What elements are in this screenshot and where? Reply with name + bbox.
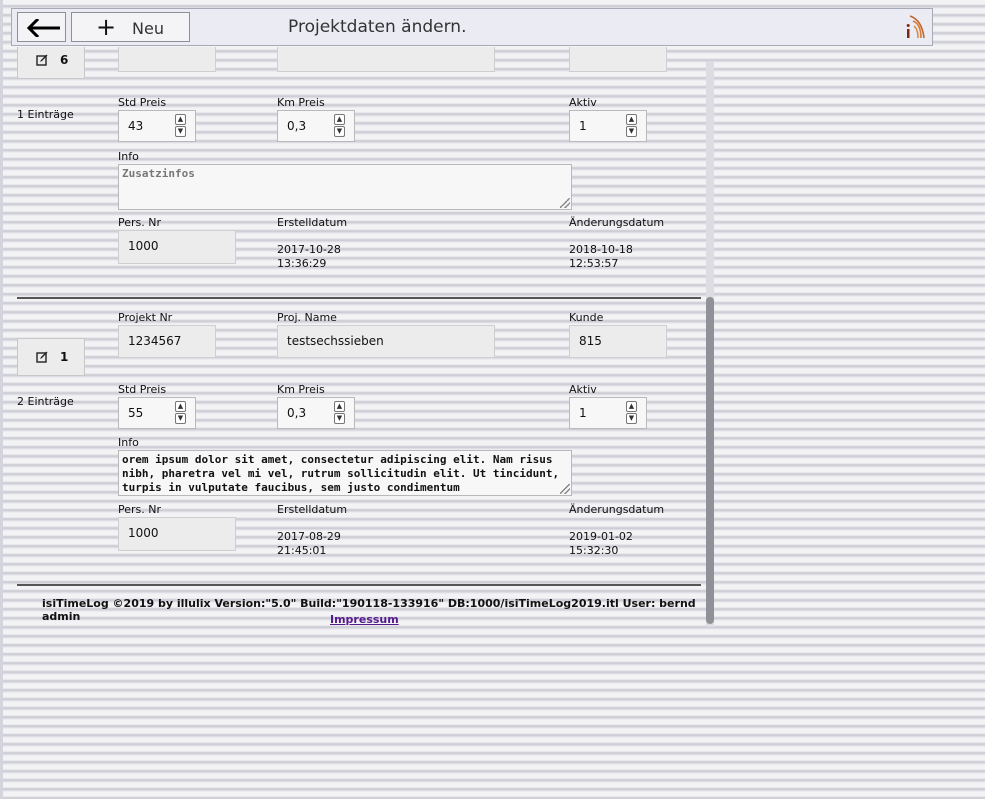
resize-handle[interactable]: [560, 484, 570, 494]
pers-nr-field[interactable]: 1000: [118, 517, 236, 551]
new-button-label: Neu: [132, 19, 164, 38]
info-label: Info: [118, 436, 139, 449]
decrement-icon[interactable]: ▼: [626, 126, 637, 137]
projekt-nr-label: Projekt Nr: [118, 311, 173, 324]
aenderungsdatum-label: Änderungsdatum: [569, 503, 665, 516]
erstelldatum-value: 2017-08-29 21:45:01: [277, 530, 341, 558]
project-list[interactable]: 6 1 Einträge Std Preis Km Preis Aktiv 43…: [3, 47, 717, 627]
decrement-icon[interactable]: ▼: [175, 126, 186, 137]
page-title: Projektdaten ändern.: [288, 17, 467, 37]
plus-icon: +: [96, 13, 117, 41]
aenderungsdatum-value: 2019-01-02 15:32:30: [569, 530, 633, 558]
info-label: Info: [118, 150, 139, 163]
decrement-icon[interactable]: ▼: [334, 126, 345, 137]
aktiv-value: 1: [579, 119, 587, 133]
std-preis-value: 55: [128, 406, 144, 420]
edit-button[interactable]: 6: [17, 47, 85, 79]
pers-nr-field[interactable]: 1000: [118, 230, 236, 264]
proj-name-label: Proj. Name: [277, 311, 337, 324]
kunde-label: Kunde: [569, 311, 604, 324]
increment-icon[interactable]: ▲: [175, 401, 186, 412]
aenderungsdatum-label: Änderungsdatum: [569, 216, 665, 229]
increment-icon[interactable]: ▲: [334, 114, 345, 125]
edit-icon: [36, 351, 48, 363]
info-text: orem ipsum dolor sit amet, consectetur a…: [122, 453, 560, 494]
decrement-icon[interactable]: ▼: [626, 413, 637, 424]
pers-nr-label: Pers. Nr: [118, 216, 162, 229]
std-preis-stepper[interactable]: 55 ▲ ▼: [118, 397, 196, 429]
aktiv-stepper[interactable]: 1 ▲ ▼: [569, 110, 647, 142]
aktiv-value: 1: [579, 406, 587, 420]
proj-name-field[interactable]: [277, 47, 495, 72]
kunde-field[interactable]: 815: [569, 325, 667, 358]
erstell-time: 13:36:29: [277, 257, 327, 270]
km-preis-value: 0,3: [287, 119, 307, 133]
new-button[interactable]: + Neu: [71, 12, 190, 42]
std-preis-stepper[interactable]: 43 ▲ ▼: [118, 110, 196, 142]
entries-count: 2 Einträge: [17, 395, 74, 408]
km-preis-value: 0,3: [287, 406, 307, 420]
km-preis-stepper[interactable]: 0,3 ▲ ▼: [277, 110, 355, 142]
record-divider: [17, 297, 701, 299]
std-preis-label: Std Preis: [118, 383, 167, 396]
illulix-logo-icon[interactable]: [904, 12, 928, 42]
projekt-nr-field[interactable]: 1234567: [118, 325, 216, 358]
resize-handle[interactable]: [560, 198, 570, 208]
aender-time: 15:32:30: [569, 544, 619, 557]
aktiv-label: Aktiv: [569, 96, 597, 109]
proj-name-value: testsechssieben: [287, 334, 384, 348]
edit-button[interactable]: 1: [17, 338, 85, 376]
erstelldatum-value: 2017-10-28 13:36:29: [277, 243, 341, 271]
proj-name-field[interactable]: testsechssieben: [277, 325, 495, 358]
top-toolbar: + Neu Projektdaten ändern.: [11, 8, 933, 46]
increment-icon[interactable]: ▲: [175, 114, 186, 125]
aktiv-label: Aktiv: [569, 383, 597, 396]
decrement-icon[interactable]: ▼: [175, 413, 186, 424]
erstelldatum-label: Erstelldatum: [277, 503, 348, 516]
erstell-time: 21:45:01: [277, 544, 327, 557]
scrollbar-thumb[interactable]: [706, 297, 714, 624]
entries-count: 1 Einträge: [17, 108, 74, 121]
edit-number: 6: [60, 53, 69, 67]
aender-date: 2018-10-18: [569, 243, 633, 256]
pers-nr-label: Pers. Nr: [118, 503, 162, 516]
decrement-icon[interactable]: ▼: [334, 413, 345, 424]
aender-date: 2019-01-02: [569, 530, 633, 543]
erstell-date: 2017-10-28: [277, 243, 341, 256]
edit-icon: [36, 54, 48, 66]
increment-icon[interactable]: ▲: [626, 114, 637, 125]
impressum-link[interactable]: Impressum: [330, 613, 399, 626]
km-preis-label: Km Preis: [277, 383, 325, 396]
aktiv-stepper[interactable]: 1 ▲ ▼: [569, 397, 647, 429]
std-preis-label: Std Preis: [118, 96, 167, 109]
increment-icon[interactable]: ▲: [334, 401, 345, 412]
projekt-nr-value: 1234567: [128, 334, 182, 348]
aender-time: 12:53:57: [569, 257, 619, 270]
projekt-nr-field[interactable]: [118, 47, 216, 72]
back-button[interactable]: [17, 12, 66, 42]
increment-icon[interactable]: ▲: [626, 401, 637, 412]
pers-nr-value: 1000: [128, 526, 159, 540]
info-textarea[interactable]: Zusatzinfos: [118, 164, 572, 210]
info-placeholder: Zusatzinfos: [122, 167, 195, 180]
kunde-field[interactable]: [569, 47, 667, 72]
erstell-date: 2017-08-29: [277, 530, 341, 543]
info-textarea[interactable]: orem ipsum dolor sit amet, consectetur a…: [118, 450, 572, 496]
std-preis-value: 43: [128, 119, 144, 133]
record-divider: [17, 584, 701, 586]
arrow-left-icon: [26, 19, 60, 37]
erstelldatum-label: Erstelldatum: [277, 216, 348, 229]
km-preis-label: Km Preis: [277, 96, 325, 109]
edit-number: 1: [60, 350, 69, 364]
aenderungsdatum-value: 2018-10-18 12:53:57: [569, 243, 633, 271]
pers-nr-value: 1000: [128, 239, 159, 253]
kunde-value: 815: [579, 334, 602, 348]
km-preis-stepper[interactable]: 0,3 ▲ ▼: [277, 397, 355, 429]
